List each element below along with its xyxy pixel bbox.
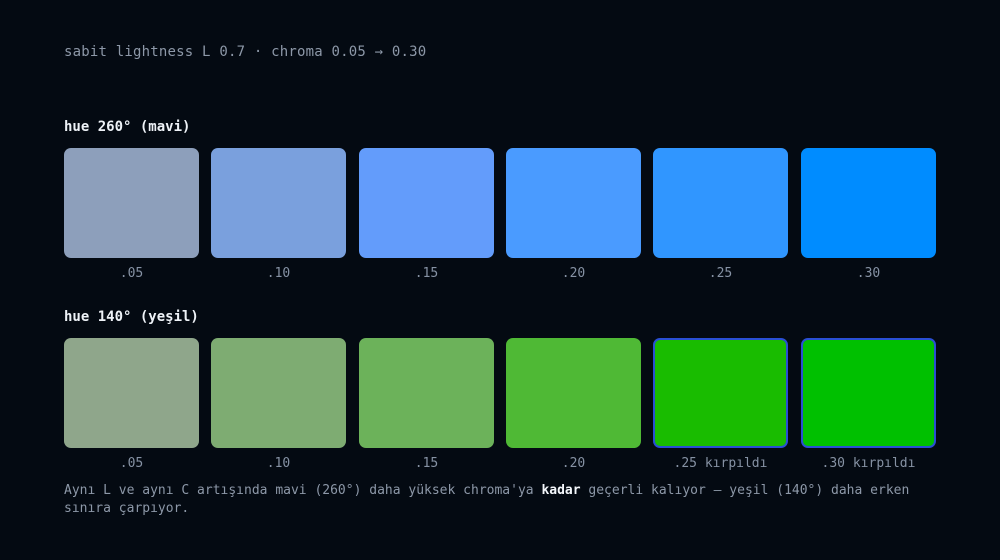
swatch-caption: .25 bbox=[708, 266, 733, 281]
swatch-blue-10 bbox=[211, 148, 346, 258]
swatch-caption: .20 bbox=[561, 456, 586, 471]
swatch-caption: .30 kırpıldı bbox=[821, 456, 916, 471]
swatch-caption: .25 kırpıldı bbox=[673, 456, 768, 471]
swatch-caption: .20 bbox=[561, 266, 586, 281]
swatch-green-20 bbox=[506, 338, 641, 448]
swatch-caption: .15 bbox=[414, 266, 439, 281]
footnote: Aynı L ve aynı C artışında mavi (260°) d… bbox=[64, 482, 964, 518]
swatch-green-30-clipped bbox=[801, 338, 936, 448]
swatch-green-15 bbox=[359, 338, 494, 448]
subtitle: sabit lightness L 0.7 · chroma 0.05 → 0.… bbox=[64, 44, 427, 60]
swatch-caption: .10 bbox=[266, 266, 291, 281]
caption-row-blue: .05 .10 .15 .20 .25 .30 bbox=[64, 266, 936, 282]
swatch-green-05 bbox=[64, 338, 199, 448]
swatch-blue-20 bbox=[506, 148, 641, 258]
swatch-caption: .30 bbox=[856, 266, 881, 281]
caption-row-green: .05 .10 .15 .20 .25 kırpıldı .30 kırpıld… bbox=[64, 456, 936, 472]
footnote-text-start: Aynı L ve aynı C artışında mavi (260°) d… bbox=[64, 483, 542, 498]
swatch-caption: .05 bbox=[119, 456, 144, 471]
swatch-blue-30 bbox=[801, 148, 936, 258]
group-label-blue: hue 260° (mavi) bbox=[64, 119, 191, 135]
swatch-blue-15 bbox=[359, 148, 494, 258]
swatch-green-25-clipped bbox=[653, 338, 788, 448]
swatch-row-green bbox=[64, 338, 936, 448]
footnote-emphasis: kadar bbox=[541, 483, 581, 498]
swatch-caption: .05 bbox=[119, 266, 144, 281]
swatch-caption: .15 bbox=[414, 456, 439, 471]
swatch-green-10 bbox=[211, 338, 346, 448]
swatch-blue-25 bbox=[653, 148, 788, 258]
swatch-row-blue bbox=[64, 148, 936, 258]
swatch-caption: .10 bbox=[266, 456, 291, 471]
group-label-green: hue 140° (yeşil) bbox=[64, 309, 199, 325]
swatch-blue-05 bbox=[64, 148, 199, 258]
